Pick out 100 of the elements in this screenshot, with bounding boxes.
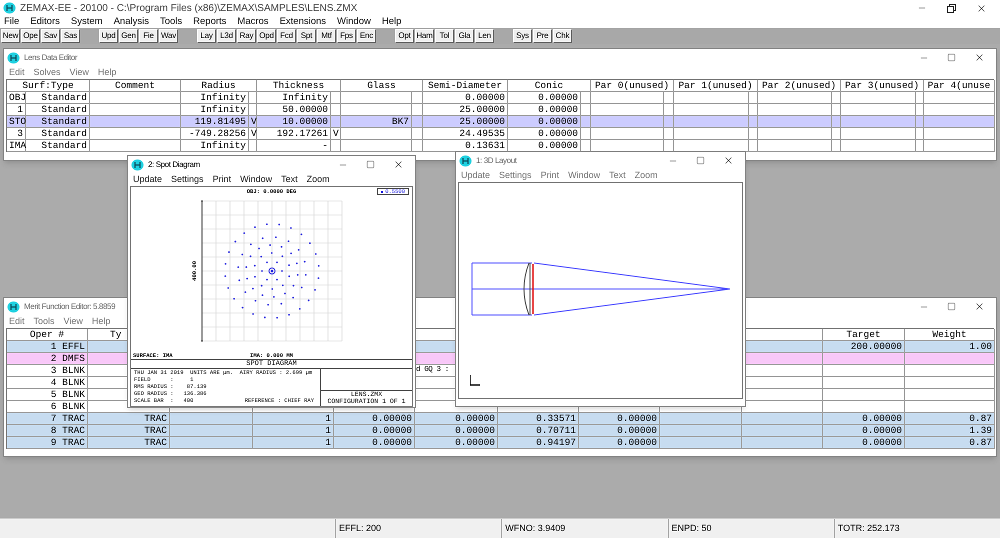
- table-row[interactable]: STO Standard 119.81495 V 10.00000 BK7 25.00000 0.00000: [7, 116, 994, 128]
- toolbar-button[interactable]: Len: [475, 29, 494, 43]
- toolbar-button[interactable]: L3d: [217, 29, 236, 43]
- close-icon[interactable]: [723, 155, 734, 166]
- table-cell: 0.00000: [415, 437, 498, 449]
- toolbar-button[interactable]: Spt: [297, 29, 316, 43]
- toolbar-button[interactable]: Upd: [99, 29, 118, 43]
- menu-item[interactable]: Zoom: [306, 172, 330, 186]
- menu-item[interactable]: File: [4, 14, 20, 30]
- table-cell: 0.00000: [579, 437, 660, 449]
- toolbar-button[interactable]: New: [1, 29, 20, 43]
- menu-item[interactable]: View: [70, 66, 89, 80]
- menu-item[interactable]: Analysis: [114, 14, 149, 30]
- toolbar-button[interactable]: Opd: [257, 29, 276, 43]
- table-cell: 0.00000: [334, 437, 415, 449]
- close-icon[interactable]: [393, 159, 404, 170]
- menu-item[interactable]: Help: [92, 314, 110, 328]
- window-title: 1: 3D Layout: [476, 154, 517, 166]
- maximize-icon[interactable]: [366, 160, 375, 169]
- toolbar-button[interactable]: Ham: [415, 29, 434, 43]
- table-cell: 0.87: [905, 437, 995, 449]
- status-field: EFFL: 200: [335, 519, 502, 538]
- restore-icon[interactable]: [947, 4, 956, 12]
- maximize-icon[interactable]: [947, 302, 956, 311]
- table-cell: 9 TRAC: [7, 437, 88, 449]
- table-cell: IMA: [7, 140, 26, 152]
- maximize-icon[interactable]: [696, 156, 705, 165]
- status-field: WFNO: 3.9409: [501, 519, 668, 538]
- menu-item[interactable]: Print: [540, 168, 560, 182]
- menu-item[interactable]: Update: [461, 168, 490, 182]
- toolbar-button[interactable]: Sas: [61, 29, 80, 43]
- menu-item[interactable]: Text: [609, 168, 626, 182]
- menu-item[interactable]: Window: [240, 172, 272, 186]
- toolbar-button[interactable]: Fps: [337, 29, 356, 43]
- logo-icon: [131, 158, 144, 170]
- window-title: 2: Spot Diagram: [148, 158, 200, 170]
- menu-item[interactable]: Help: [382, 14, 402, 30]
- table-row[interactable]: 7 TRAC TRAC 1 0.00000 0.00000 0.33571 0.00000 0.00000 0.87: [7, 413, 994, 425]
- menu-item[interactable]: Edit: [9, 66, 25, 80]
- close-icon[interactable]: [974, 301, 985, 312]
- status-field: ENPD: 50: [668, 519, 834, 538]
- table-row[interactable]: 8 TRAC TRAC 1 0.00000 0.00000 0.70711 0.00000 0.00000 1.39: [7, 425, 994, 437]
- table-row[interactable]: 1 Standard Infinity 50.00000 25.00000 0.00000: [7, 104, 994, 116]
- logo-icon: [7, 52, 20, 64]
- toolbar-button[interactable]: Fcd: [277, 29, 296, 43]
- menu-item[interactable]: Macros: [237, 14, 269, 30]
- toolbar-button[interactable]: Enc: [357, 29, 376, 43]
- toolbar-button[interactable]: Gla: [455, 29, 474, 43]
- menu-item[interactable]: System: [70, 14, 103, 30]
- table-cell: TRAC: [88, 437, 170, 449]
- toolbar-button[interactable]: Sav: [41, 29, 60, 43]
- close-icon[interactable]: [974, 52, 985, 63]
- toolbar-button[interactable]: Tol: [435, 29, 454, 43]
- menu-item[interactable]: Update: [133, 172, 162, 186]
- menu-item[interactable]: Window: [568, 168, 600, 182]
- toolbar-button[interactable]: Wav: [159, 29, 178, 43]
- table-cell: 0.00000: [823, 437, 905, 449]
- menu-item[interactable]: Help: [98, 66, 116, 80]
- toolbar-button[interactable]: Ray: [237, 29, 256, 43]
- menu-item[interactable]: Settings: [171, 172, 204, 186]
- logo-icon: [7, 300, 20, 312]
- menu-item[interactable]: Settings: [499, 168, 532, 182]
- table-cell: 1: [253, 437, 334, 449]
- toolbar-button[interactable]: Chk: [553, 29, 572, 43]
- menu-item[interactable]: Window: [337, 14, 371, 30]
- toolbar-button[interactable]: Lay: [197, 29, 216, 43]
- close-icon[interactable]: [976, 2, 987, 14]
- table-row[interactable]: 3 Standard -749.28256 V 192.17261 V 24.49535 0.00000: [7, 128, 994, 140]
- toolbar-button[interactable]: Mtf: [317, 29, 336, 43]
- window-title: ZEMAX-EE - 20100 - C:\Program Files (x86)\ZEMAX\SAMPLES\LENS.ZMX: [20, 2, 358, 16]
- table-cell: 0.94197: [498, 437, 579, 449]
- toolbar-button[interactable]: Pre: [533, 29, 552, 43]
- menu-item[interactable]: Edit: [9, 314, 25, 328]
- toolbar-button[interactable]: Gen: [119, 29, 138, 43]
- toolbar-button[interactable]: Ope: [21, 29, 40, 43]
- toolbar-button[interactable]: Opt: [395, 29, 414, 43]
- logo-icon: [3, 2, 16, 14]
- menu-item[interactable]: View: [64, 314, 83, 328]
- window-title: Lens Data Editor: [24, 52, 78, 64]
- menu-item[interactable]: Reports: [193, 14, 226, 30]
- table-row[interactable]: OBJ Standard Infinity Infinity 0.00000 0.00000: [7, 92, 994, 104]
- table-row[interactable]: IMA Standard Infinity - 0.13631 0.00000: [7, 140, 994, 152]
- table-row[interactable]: 9 TRAC TRAC 1 0.00000 0.00000 0.94197 0.00000 0.00000 0.87: [7, 437, 994, 449]
- menu-item[interactable]: Text: [281, 172, 298, 186]
- table-cell: -: [257, 140, 331, 152]
- toolbar-button[interactable]: Sys: [513, 29, 532, 43]
- toolbar-button[interactable]: Fie: [139, 29, 158, 43]
- maximize-icon[interactable]: [947, 53, 956, 62]
- menu-item[interactable]: Editors: [30, 14, 60, 30]
- menu-item[interactable]: Extensions: [280, 14, 326, 30]
- legend-marker-icon: [381, 190, 384, 192]
- window-title: Merit Function Editor: 5.8859: [24, 300, 116, 312]
- table-cell: Infinity: [181, 140, 249, 152]
- menu-item[interactable]: Tools: [160, 14, 182, 30]
- menu-item[interactable]: Zoom: [634, 168, 658, 182]
- status-field: TOTR: 252.173: [834, 519, 1000, 538]
- menu-item[interactable]: Solves: [34, 66, 61, 80]
- logo-icon: [459, 154, 472, 166]
- menu-item[interactable]: Print: [212, 172, 232, 186]
- menu-item[interactable]: Tools: [34, 314, 55, 328]
